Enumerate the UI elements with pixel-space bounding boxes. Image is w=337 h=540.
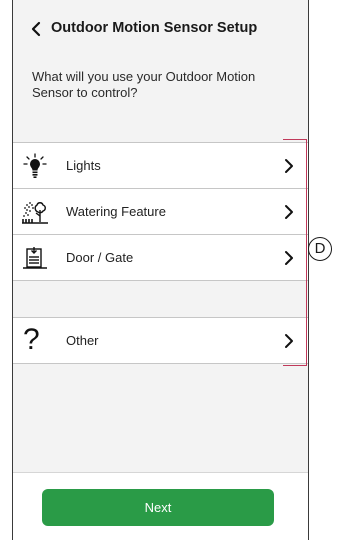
watering-icon xyxy=(21,198,49,226)
chevron-left-icon xyxy=(31,21,41,37)
page-title: Outdoor Motion Sensor Setup xyxy=(51,20,258,36)
footer-bar: Next xyxy=(13,472,308,540)
divider xyxy=(13,363,308,364)
question-text: What will you use your Outdoor Motion Se… xyxy=(32,69,256,100)
option-watering-feature[interactable]: Watering Feature xyxy=(13,188,308,234)
annotation-bracket xyxy=(283,139,307,366)
app-header: Outdoor Motion Sensor Setup xyxy=(13,0,308,58)
option-label: Watering Feature xyxy=(66,204,166,219)
option-door-gate[interactable]: Door / Gate xyxy=(13,234,308,280)
option-label: Lights xyxy=(66,158,101,173)
light-bulb-icon xyxy=(21,152,49,180)
callout-label: D xyxy=(308,237,332,261)
question-mark-icon: ? xyxy=(23,323,40,356)
option-other[interactable]: ? Other xyxy=(13,317,308,363)
option-label: Door / Gate xyxy=(66,250,134,265)
back-button[interactable] xyxy=(27,18,47,40)
option-lights[interactable]: Lights xyxy=(13,142,308,188)
gate-icon xyxy=(21,244,49,272)
next-button[interactable]: Next xyxy=(42,489,274,526)
phone-screen: Outdoor Motion Sensor Setup What will yo… xyxy=(12,0,309,540)
option-label: Other xyxy=(66,333,99,348)
divider xyxy=(13,280,308,281)
